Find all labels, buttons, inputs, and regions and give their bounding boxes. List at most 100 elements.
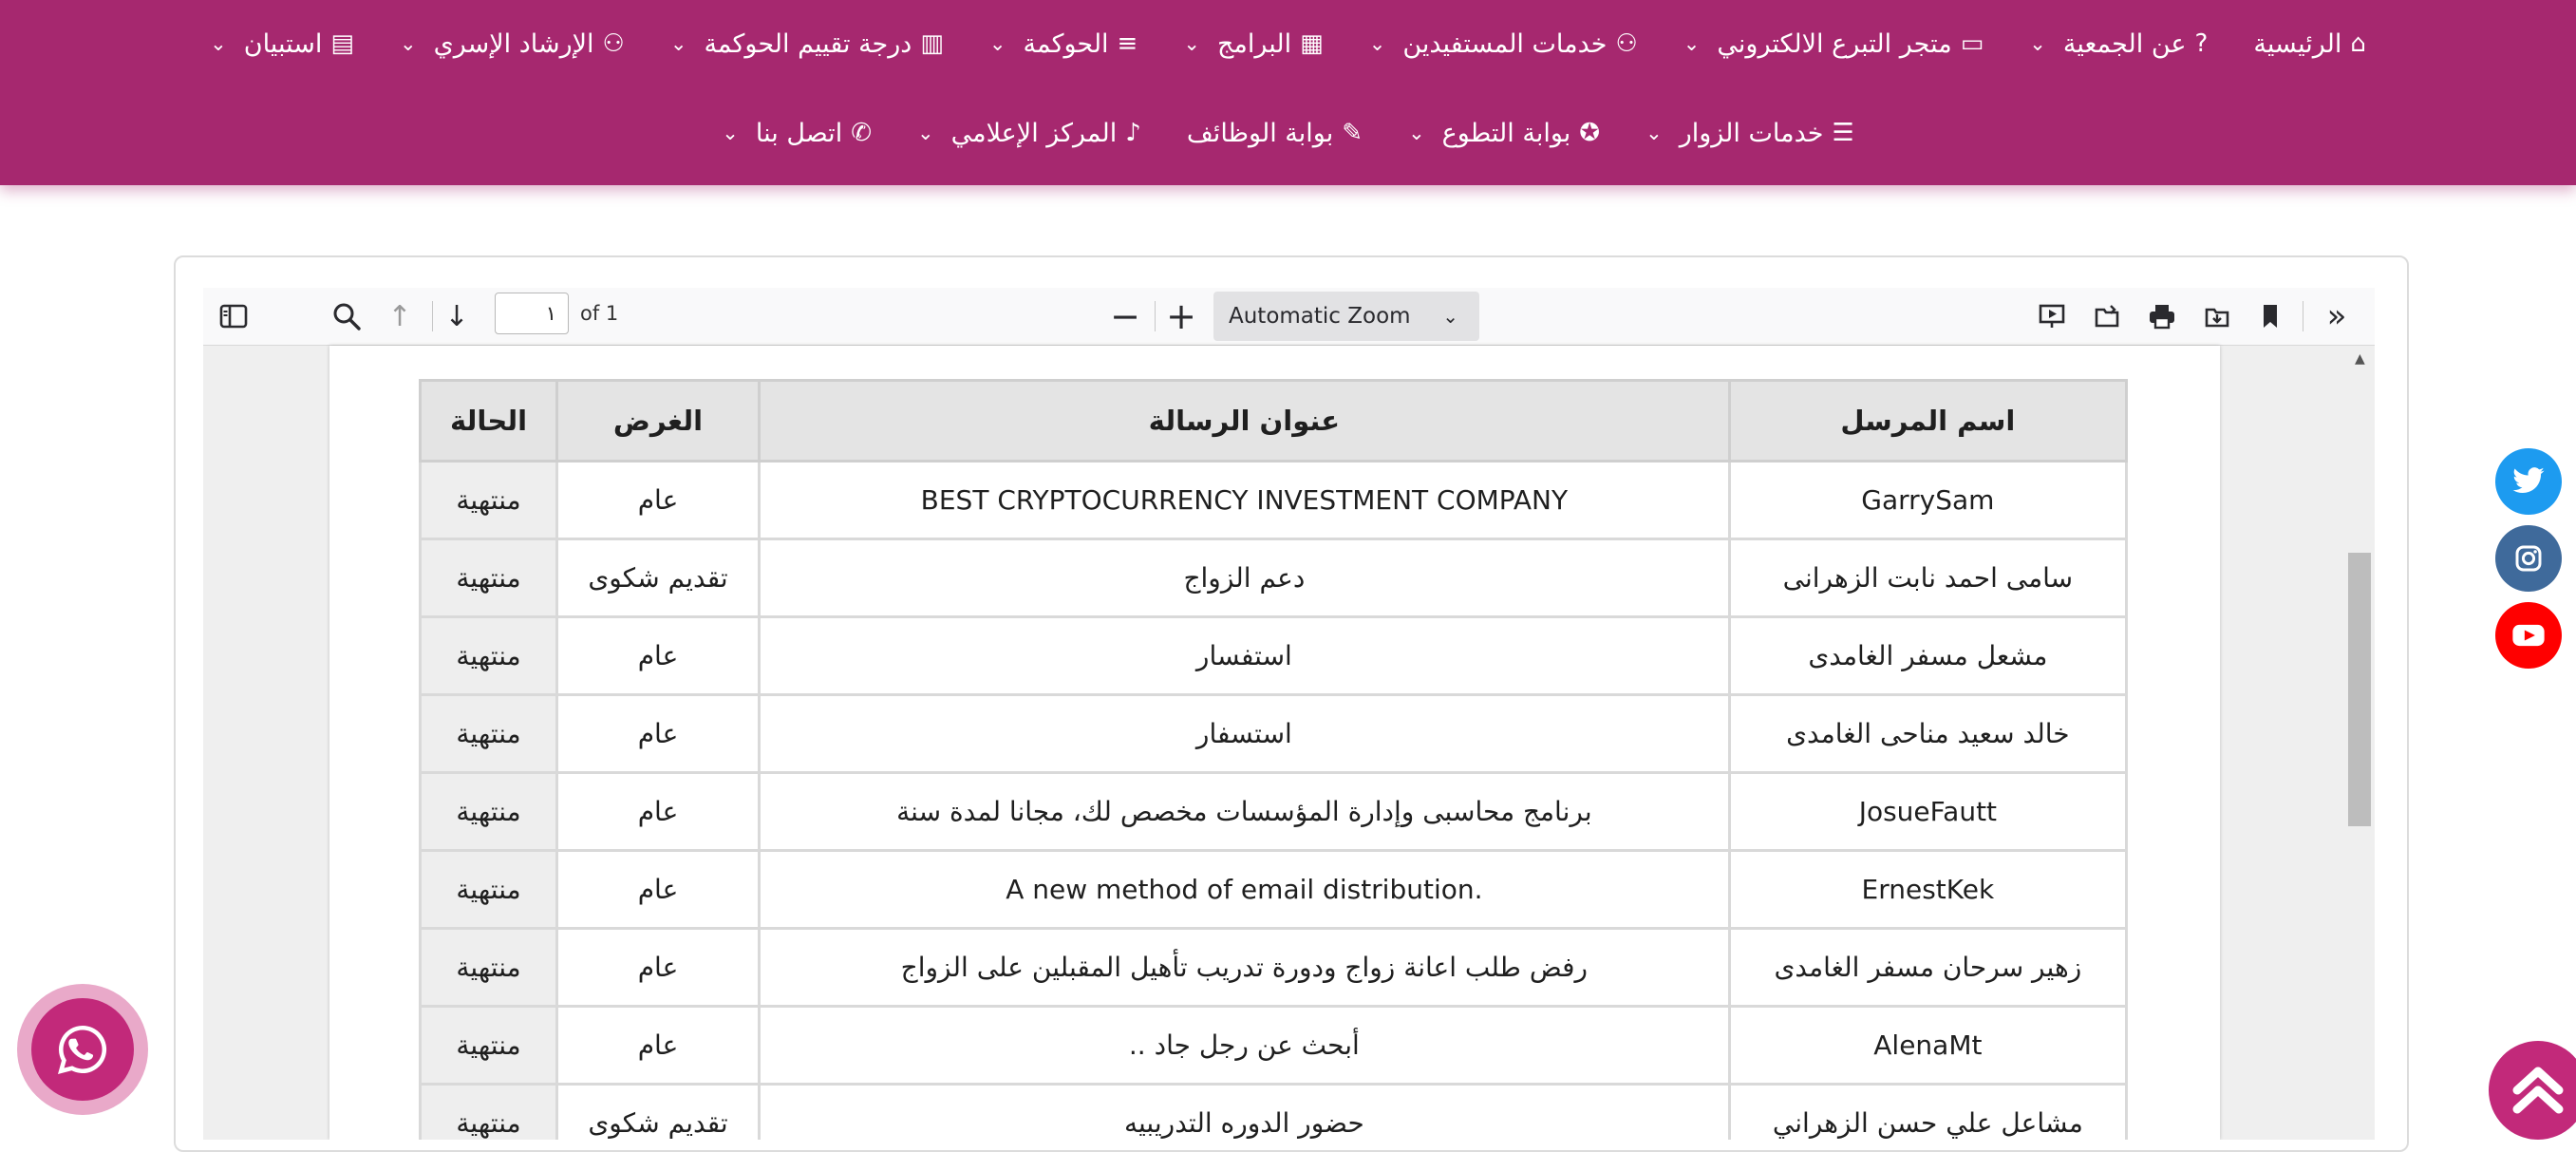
- calendar-icon: ▦: [1300, 29, 1324, 58]
- table-row: GarrySam BEST CRYPTOCURRENCY INVESTMENT C…: [418, 460, 2129, 540]
- cell-purpose: تقديم شكوى: [555, 1083, 761, 1140]
- nav-item[interactable]: ✪ بوابة التطوع ⌄: [1395, 119, 1613, 148]
- nav-item[interactable]: ♪ المركز الإعلامي ⌄: [904, 119, 1155, 148]
- column-header-sender: اسم المرسل: [1727, 379, 2129, 463]
- nav-item-label: الرئيسية: [2253, 28, 2342, 59]
- nav-item[interactable]: ≡ الحوكمة ⌄: [976, 29, 1151, 59]
- table-row: زهير سرحان مسفر الغامدى رفض طلب اعانة زوا…: [418, 927, 2129, 1008]
- nav-item-label: خدمات الزوار: [1679, 118, 1824, 148]
- cell-status: منتهية: [418, 538, 559, 618]
- tools-button[interactable]: »: [2315, 294, 2359, 338]
- cell-status: منتهية: [418, 927, 559, 1008]
- cell-sender: سامى احمد نابت الزهرانى: [1727, 538, 2129, 618]
- chevron-down-icon: ⌄: [669, 32, 687, 55]
- nav-item-label: درجة تقييم الحوكمة: [704, 28, 912, 59]
- pdf-scroll-area[interactable]: اسم المرسل عنوان الرسالة الغرض الحالة Ga…: [203, 346, 2375, 1140]
- nav-item[interactable]: ⌂ الرئيسية: [2240, 29, 2379, 59]
- bookmark-icon: [2264, 305, 2277, 328]
- find-button[interactable]: [325, 294, 368, 338]
- cell-sender: مشاعل علي حسن الزهراني: [1727, 1083, 2129, 1140]
- pdf-page: اسم المرسل عنوان الرسالة الغرض الحالة Ga…: [329, 346, 2220, 1140]
- nav-item[interactable]: ▤ استبيان ⌄: [197, 29, 367, 59]
- award-icon: ✪: [1579, 119, 1601, 147]
- search-icon: [333, 303, 361, 330]
- next-page-button[interactable]: ↓: [435, 294, 479, 338]
- cell-status: منتهية: [418, 849, 559, 930]
- nav-item[interactable]: ☰ خدمات الزوار ⌄: [1632, 119, 1868, 148]
- sidebar-toggle-button[interactable]: [212, 294, 255, 338]
- nav-item[interactable]: ? عن الجمعية ⌄: [2016, 29, 2221, 59]
- nav-item[interactable]: ⚇ خدمات المستفيدين ⌄: [1356, 29, 1651, 59]
- open-file-button[interactable]: [2085, 294, 2129, 338]
- cell-status: منتهية: [418, 771, 559, 852]
- youtube-button[interactable]: [2495, 602, 2562, 669]
- zoom-in-button[interactable]: +: [1159, 294, 1203, 338]
- users-icon: ⚇: [602, 29, 625, 58]
- bookmark-button[interactable]: [2248, 294, 2292, 338]
- download-button[interactable]: [2195, 294, 2239, 338]
- nav-item-label: الإرشاد الإسري: [433, 28, 594, 59]
- cell-purpose: عام: [555, 771, 761, 852]
- nav-item-label: استبيان: [243, 28, 323, 59]
- nav-row-secondary: ☰ خدمات الزوار ⌄ ✪ بوابة التطوع ⌄ ✎ بوابة الوظا…: [0, 106, 2576, 160]
- chevron-down-icon: ⌄: [2029, 32, 2046, 55]
- twitter-button[interactable]: [2495, 448, 2562, 515]
- nav-item[interactable]: ▭ متجر التبرع الالكتروني ⌄: [1670, 29, 1997, 59]
- previous-page-button[interactable]: ↑: [378, 294, 422, 338]
- nav-item-label: خدمات المستفيدين: [1402, 28, 1608, 59]
- cell-status: منتهية: [418, 615, 559, 696]
- cell-title: استسفار: [758, 693, 1731, 774]
- nav-item-label: بوابة التطوع: [1441, 118, 1571, 148]
- cell-purpose: عام: [555, 849, 761, 930]
- scroll-up-arrow-icon[interactable]: ▲: [2355, 351, 2365, 367]
- nav-item[interactable]: ✎ بوابة الوظائف: [1174, 119, 1376, 148]
- phone-icon: ✆: [851, 119, 872, 147]
- zoom-out-button[interactable]: −: [1103, 294, 1147, 338]
- open-file-icon: [2095, 305, 2119, 328]
- nav-item[interactable]: ▥ درجة تقييم الحوكمة ⌄: [657, 29, 957, 59]
- chevron-down-icon: ⌄: [722, 122, 739, 144]
- presentation-mode-button[interactable]: [2030, 294, 2074, 338]
- main-navigation: ⌂ الرئيسية? عن الجمعية ⌄ ▭ متجر التبرع الالكت…: [0, 0, 2576, 185]
- chevron-down-icon: ⌄: [1645, 122, 1663, 144]
- table-row: مشاعل علي حسن الزهراني حضور الدوره التدري…: [418, 1083, 2129, 1140]
- cell-sender: AlenaMt: [1727, 1005, 2129, 1086]
- double-chevron-up-icon: [2512, 1067, 2564, 1114]
- back-to-top-button[interactable]: [2489, 1041, 2576, 1140]
- chevron-down-icon: ⌄: [1683, 32, 1701, 55]
- nav-row-primary: ⌂ الرئيسية? عن الجمعية ⌄ ▭ متجر التبرع الالكت…: [0, 17, 2576, 70]
- print-icon: [2150, 305, 2174, 330]
- cell-title: أبحث عن رجل جاد ..: [758, 1005, 1731, 1086]
- download-icon: [2205, 308, 2229, 328]
- table-row: AlenaMt أبحث عن رجل جاد .. عام منتهية: [418, 1005, 2129, 1086]
- chevron-down-icon: ⌄: [399, 32, 417, 55]
- table-row: JosueFautt برنامج محاسبى وإدارة المؤسسات …: [418, 771, 2129, 852]
- cell-title: برنامج محاسبى وإدارة المؤسسات مخصص لك، م…: [758, 771, 1731, 852]
- cell-sender: مشعل مسفر الغامدى: [1727, 615, 2129, 696]
- cell-title: استفسار: [758, 615, 1731, 696]
- instagram-button[interactable]: [2495, 525, 2562, 592]
- whatsapp-button[interactable]: [31, 998, 134, 1101]
- cell-status: منتهية: [418, 1005, 559, 1086]
- chevron-down-icon: ⌄: [1368, 32, 1386, 55]
- nav-item[interactable]: ▦ البرامج ⌄: [1170, 29, 1336, 59]
- zoom-select[interactable]: Automatic Zoom ⌄: [1213, 292, 1479, 341]
- messages-table: اسم المرسل عنوان الرسالة الغرض الحالة Ga…: [418, 379, 2129, 1140]
- cell-purpose: عام: [555, 693, 761, 774]
- scrollbar-thumb[interactable]: [2348, 553, 2371, 826]
- sidebar-icon: [219, 304, 248, 329]
- nav-item[interactable]: ✆ اتصل بنا ⌄: [708, 119, 885, 148]
- column-header-status: الحالة: [418, 379, 559, 463]
- print-button[interactable]: [2140, 294, 2184, 338]
- cell-sender: خالد سعيد مناحى الغامدى: [1727, 693, 2129, 774]
- cell-title: دعم الزواج: [758, 538, 1731, 618]
- arrow-up-icon: ↑: [387, 299, 412, 333]
- arrow-down-icon: ↓: [444, 299, 469, 333]
- cell-title: حضور الدوره التدريبيه: [758, 1083, 1731, 1140]
- nav-item-label: عن الجمعية: [2062, 28, 2187, 59]
- nav-item[interactable]: ⚇ الإرشاد الإسري ⌄: [386, 29, 638, 59]
- plus-icon: +: [1166, 295, 1196, 337]
- page-number-input[interactable]: [495, 293, 569, 334]
- table-header-row: اسم المرسل عنوان الرسالة الغرض الحالة: [418, 379, 2129, 463]
- presentation-icon: [2039, 304, 2065, 328]
